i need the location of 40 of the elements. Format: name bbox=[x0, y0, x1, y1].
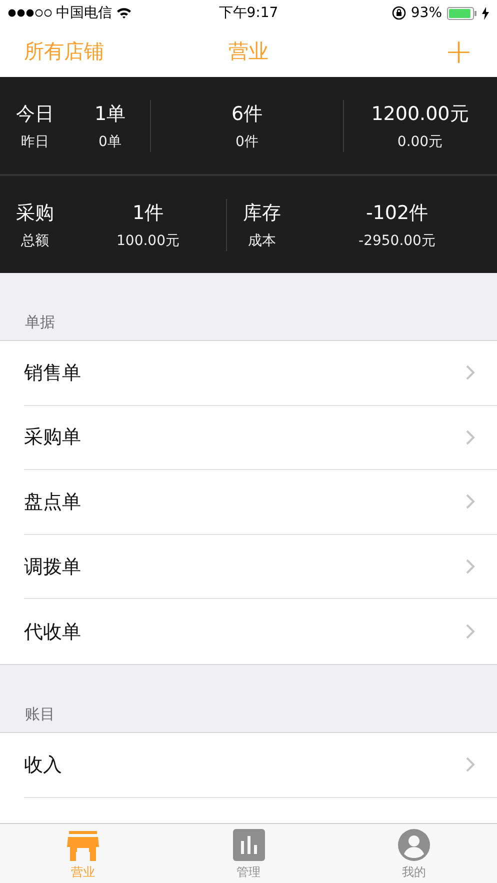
chevron-icon bbox=[466, 559, 475, 574]
chevron-icon bbox=[466, 365, 475, 380]
stat-value: -102件 bbox=[366, 200, 428, 226]
stat-value: 1单 bbox=[94, 102, 126, 126]
carrier-name: 中国电信 bbox=[56, 4, 112, 22]
wifi-icon bbox=[116, 7, 132, 19]
stat-label: 今日 bbox=[16, 102, 54, 126]
stat-value: 1200.00元 bbox=[371, 102, 469, 126]
stat-value: 6件 bbox=[231, 102, 263, 126]
menu-row[interactable]: 销售单 bbox=[24, 341, 497, 406]
stat-label: 采购 bbox=[16, 200, 54, 226]
stat-value: 0.00元 bbox=[397, 132, 443, 150]
menu-row[interactable]: 调拨单 bbox=[24, 534, 497, 600]
stat-value: 0单 bbox=[98, 132, 122, 150]
bar-chart-icon bbox=[232, 829, 264, 861]
battery-percent: 93% bbox=[410, 5, 442, 21]
stat-label: 库存 bbox=[243, 200, 281, 226]
rotation-lock-icon bbox=[392, 6, 406, 20]
stat-label: 成本 bbox=[248, 232, 276, 250]
battery-icon bbox=[447, 6, 477, 20]
menu-row[interactable]: 采购单 bbox=[24, 406, 497, 470]
menu-row[interactable]: 盘点单 bbox=[24, 470, 497, 535]
section-header: 单据 bbox=[25, 313, 55, 332]
stat-value: 0件 bbox=[236, 132, 258, 150]
menu-row[interactable]: 代收单 bbox=[24, 599, 497, 664]
section-header: 账目 bbox=[25, 704, 55, 724]
profile-icon bbox=[398, 829, 430, 861]
stat-label: 总额 bbox=[21, 232, 49, 250]
chevron-icon bbox=[466, 757, 475, 772]
status-time: 下午9:17 bbox=[218, 4, 278, 22]
chevron-icon bbox=[466, 494, 475, 510]
stat-value: -2950.00元 bbox=[358, 232, 436, 250]
page-title: 营业 bbox=[228, 38, 268, 65]
signal-icon bbox=[8, 9, 52, 17]
stat-label: 昨日 bbox=[21, 132, 49, 150]
stat-value: 100.00元 bbox=[116, 232, 180, 250]
storefront-icon bbox=[66, 831, 99, 861]
chevron-icon bbox=[466, 624, 475, 640]
chevron-icon bbox=[466, 430, 475, 445]
stat-value: 1件 bbox=[132, 200, 164, 226]
